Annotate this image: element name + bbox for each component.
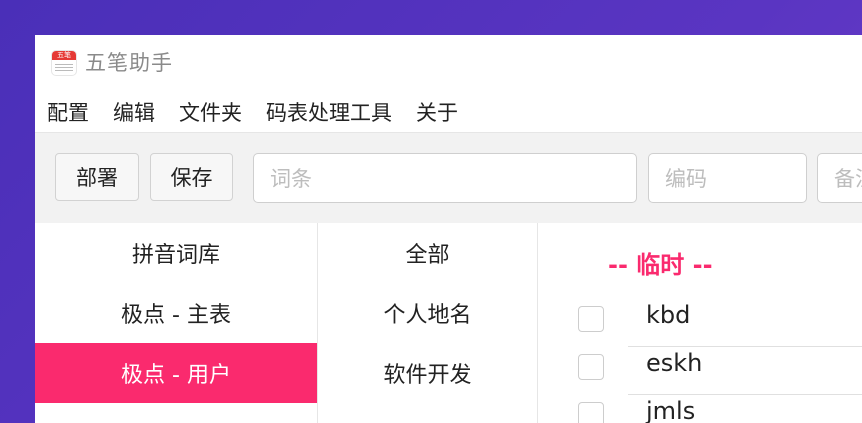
row-checkbox[interactable] [578,306,604,332]
menu-folder[interactable]: 文件夹 [179,97,242,127]
dictionary-list: 拼音词库 极点 - 主表 极点 - 用户 [35,223,318,423]
word-code: eskh [646,349,703,377]
code-input[interactable]: 编码 [648,153,807,203]
dictionary-item-jidian-user[interactable]: 极点 - 用户 [35,343,317,403]
note-input[interactable]: 备注 [817,153,862,203]
deploy-button[interactable]: 部署 [55,153,139,201]
window-title: 五笔助手 [85,51,173,75]
save-button[interactable]: 保存 [150,153,233,201]
word-list: -- 临时 -- kbd eskh jmls [538,223,862,423]
row-checkbox[interactable] [578,354,604,380]
app-icon: 五笔 [51,50,77,76]
group-item-places[interactable]: 个人地名 [318,283,537,343]
group-item-all[interactable]: 全部 [318,223,537,283]
group-list: 全部 个人地名 软件开发 [318,223,538,423]
dictionary-item-jidian-main[interactable]: 极点 - 主表 [35,283,317,343]
menu-table-tools[interactable]: 码表处理工具 [266,97,392,127]
menu-edit[interactable]: 编辑 [113,97,155,127]
app-window: 五笔 五笔助手 配置 编辑 文件夹 码表处理工具 关于 部署 保存 词条 编码 … [35,35,862,423]
menu-about[interactable]: 关于 [416,97,458,127]
toolbar: 部署 保存 词条 编码 备注 [35,132,862,224]
word-code: jmls [646,397,696,423]
word-input[interactable]: 词条 [253,153,637,203]
word-row[interactable]: kbd [538,296,862,344]
group-item-software[interactable]: 软件开发 [318,343,537,403]
app-icon-label: 五笔 [52,51,76,60]
group-title: -- 临时 -- [608,251,713,279]
row-checkbox[interactable] [578,402,604,423]
menu-bar: 配置 编辑 文件夹 码表处理工具 关于 [35,95,470,129]
title-bar: 五笔 五笔助手 [35,35,862,85]
word-row[interactable]: jmls [538,392,862,423]
menu-config[interactable]: 配置 [47,97,89,127]
word-row[interactable]: eskh [538,344,862,392]
dictionary-item-pinyin[interactable]: 拼音词库 [35,223,317,283]
word-code: kbd [646,301,691,329]
